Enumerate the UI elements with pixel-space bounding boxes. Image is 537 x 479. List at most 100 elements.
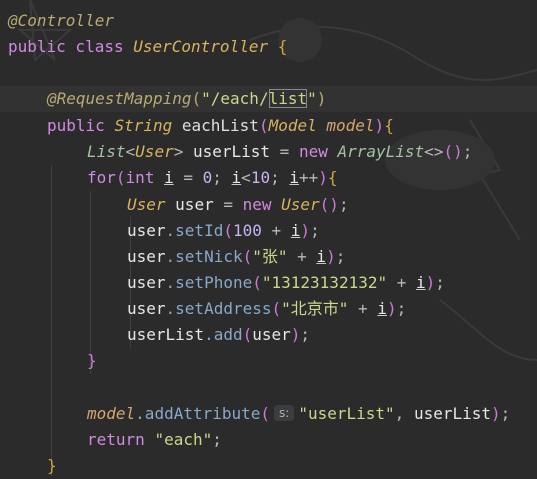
- code-token: ;: [270, 168, 290, 187]
- code-line[interactable]: [0, 375, 537, 401]
- code-token: ): [425, 273, 436, 292]
- code-line[interactable]: [0, 60, 537, 86]
- code-text: user.setNick("张" + i);: [127, 244, 345, 270]
- code-token: }: [47, 456, 57, 475]
- code-text: user.setAddress("北京市" + i);: [127, 296, 406, 322]
- code-line[interactable]: public String eachList(Model model){: [0, 113, 537, 139]
- code-token: @Controller: [8, 11, 114, 30]
- code-token: new: [242, 195, 282, 214]
- code-token: ): [316, 89, 327, 108]
- code-token: public class: [8, 37, 134, 56]
- code-token: .setPhone: [165, 273, 253, 292]
- code-token: {: [384, 116, 394, 135]
- code-token: 0: [202, 168, 213, 187]
- code-token: i: [164, 168, 174, 187]
- code-token: userList: [192, 142, 280, 161]
- code-token: +: [348, 299, 378, 318]
- code-text: public class UserController {: [8, 34, 287, 60]
- code-text: @RequestMapping("/each/list"): [47, 86, 326, 112]
- code-token: ): [318, 168, 328, 187]
- code-token: .add: [204, 325, 243, 344]
- parameter-hint: s:: [274, 405, 295, 421]
- code-text: @Controller: [8, 8, 114, 34]
- code-line[interactable]: @Controller: [0, 8, 537, 34]
- code-line[interactable]: user.setId(100 + i);: [0, 218, 537, 244]
- code-line[interactable]: }: [0, 453, 537, 479]
- code-token: =: [223, 195, 243, 214]
- code-token: .setNick: [165, 247, 243, 266]
- code-token: "each": [154, 430, 213, 449]
- code-token: "张": [252, 247, 288, 266]
- code-token: user: [127, 247, 166, 266]
- code-token: i: [231, 168, 242, 187]
- code-line[interactable]: user.setAddress("北京市" + i);: [0, 296, 537, 322]
- code-token: +: [387, 273, 417, 292]
- code-token: 100: [232, 221, 262, 240]
- code-line[interactable]: model.addAttribute(s: "userList", userLis…: [0, 401, 537, 427]
- code-token: (: [258, 116, 269, 135]
- code-line[interactable]: List<User> userList = new ArrayList<>();: [0, 139, 537, 165]
- code-token: (: [223, 221, 233, 240]
- code-token: {: [327, 168, 338, 187]
- code-text: }: [87, 348, 97, 374]
- code-token: User: [135, 142, 174, 161]
- code-token: User: [281, 195, 320, 214]
- code-token: (: [191, 89, 202, 108]
- code-token: =: [173, 168, 203, 187]
- code-line[interactable]: user.setPhone("13123132132" + i);: [0, 270, 537, 296]
- code-token: ;: [338, 195, 349, 214]
- code-token: new: [298, 142, 338, 161]
- code-token: ;: [310, 221, 320, 240]
- code-text: return "each";: [87, 427, 222, 453]
- code-token: (: [260, 404, 271, 423]
- code-token: user: [127, 299, 166, 318]
- code-token: ;: [335, 247, 346, 266]
- code-token: i: [377, 299, 387, 318]
- code-line[interactable]: return "each";: [0, 427, 537, 453]
- code-token: (: [115, 168, 126, 187]
- code-line[interactable]: public class UserController {: [0, 34, 537, 60]
- code-line[interactable]: User user = new User();: [0, 192, 537, 218]
- code-token: public: [47, 116, 115, 135]
- code-editor[interactable]: @Controller public class UserController {…: [0, 0, 537, 476]
- code-token: ,: [394, 404, 414, 423]
- code-token: (: [242, 325, 253, 344]
- code-token: ): [300, 221, 311, 240]
- code-token: ;: [396, 299, 407, 318]
- code-token: .addAttribute: [135, 404, 261, 423]
- code-token: userList: [127, 325, 205, 344]
- code-token: ): [386, 299, 397, 318]
- code-token: }: [87, 351, 97, 370]
- code-line[interactable]: userList.add(user);: [0, 322, 537, 348]
- code-token: Model: [268, 116, 327, 135]
- code-token: i: [289, 168, 299, 187]
- code-token: ++: [298, 168, 319, 187]
- code-text: userList.add(user);: [127, 322, 310, 348]
- code-token: List: [87, 142, 126, 161]
- code-token: user: [127, 273, 166, 292]
- code-text: }: [47, 453, 57, 479]
- code-token: ;: [212, 430, 222, 449]
- code-text: public String eachList(Model model){: [47, 113, 394, 139]
- code-text: for(int i = 0; i<10; i++){: [87, 165, 338, 191]
- code-token: i: [316, 247, 327, 266]
- code-token: ): [326, 247, 336, 266]
- code-token: ;: [462, 142, 473, 161]
- code-token: .setId: [165, 221, 224, 240]
- code-token: i: [416, 273, 426, 292]
- code-token: (: [242, 247, 253, 266]
- code-token: ;: [500, 404, 511, 423]
- code-token: ": [307, 89, 317, 108]
- code-token: "userList": [298, 404, 395, 423]
- code-line[interactable]: for(int i = 0; i<10; i++){: [0, 165, 537, 191]
- code-token: "北京市": [281, 299, 349, 318]
- code-token: (): [319, 195, 339, 214]
- code-token: i: [290, 221, 301, 240]
- code-token: user: [175, 195, 224, 214]
- code-token: {: [268, 37, 288, 56]
- code-line[interactable]: user.setNick("张" + i);: [0, 244, 537, 270]
- code-line[interactable]: }: [0, 348, 537, 374]
- code-line-current[interactable]: @RequestMapping("/each/list"): [0, 86, 537, 112]
- code-token: @RequestMapping: [47, 89, 192, 108]
- code-token: <>: [424, 142, 444, 161]
